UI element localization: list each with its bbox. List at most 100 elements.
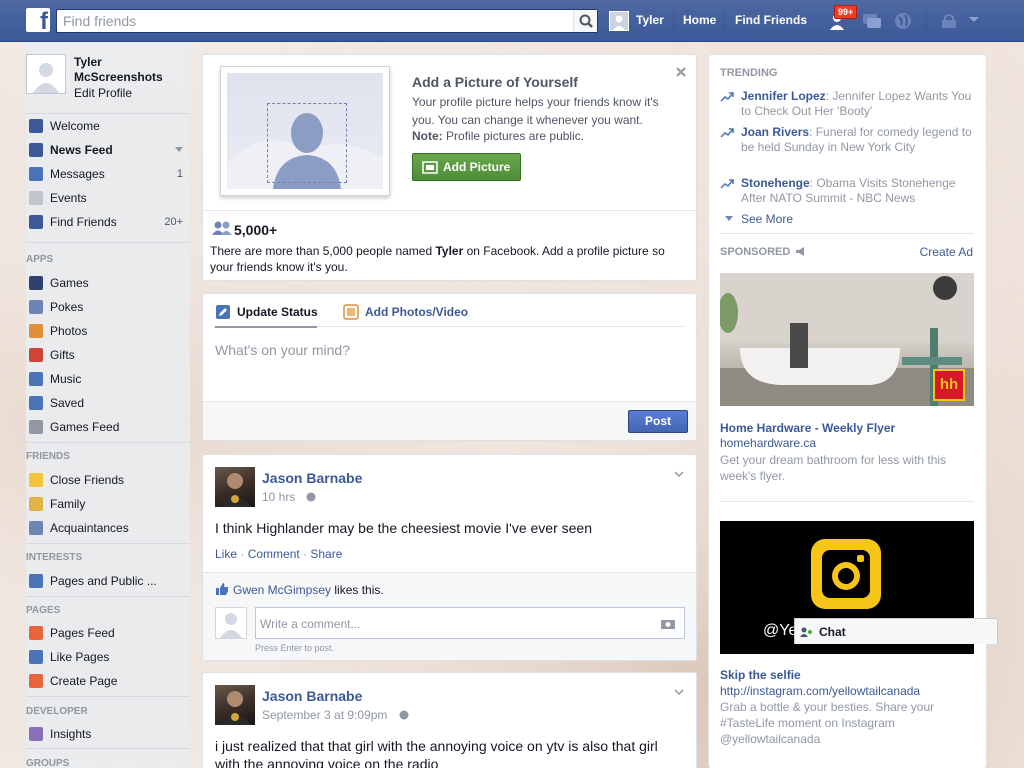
- trending-topic-name: Joan Rivers: [741, 125, 810, 139]
- chat-tab[interactable]: Chat: [794, 618, 998, 644]
- ad-link[interactable]: homehardware.ca: [720, 436, 816, 450]
- pages-section-header[interactable]: PAGES: [26, 605, 60, 616]
- ad-link[interactable]: http://instagram.com/yellowtailcanada: [720, 684, 920, 698]
- note-label: Note:: [412, 129, 443, 143]
- sidebar-item-pokes[interactable]: Pokes: [26, 296, 190, 318]
- groups-section-header[interactable]: GROUPS: [26, 758, 69, 768]
- news-feed-options-chevron-icon[interactable]: [175, 147, 183, 153]
- sidebar-item-welcome[interactable]: Welcome: [26, 115, 190, 137]
- edit-profile-link[interactable]: Edit Profile: [74, 86, 132, 100]
- sidebar-item-news-feed[interactable]: News Feed: [26, 139, 190, 161]
- comment-input[interactable]: Write a comment...: [255, 607, 685, 639]
- author-avatar[interactable]: [215, 467, 255, 507]
- trending-item[interactable]: Stonehenge: Obama Visits Stonehenge Afte…: [741, 176, 981, 206]
- post-button[interactable]: Post: [628, 410, 688, 433]
- sidebar-item-insights[interactable]: Insights: [26, 723, 190, 745]
- ad-title[interactable]: Skip the selfie: [720, 668, 801, 682]
- trending-arrow-icon: [720, 128, 734, 138]
- sidebar-item-label: Pokes: [50, 300, 84, 314]
- privacy-shortcuts-icon[interactable]: [939, 11, 959, 31]
- add-picture-note: Note: Profile pictures are public.: [412, 129, 584, 143]
- sidebar-item-label: Find Friends: [50, 215, 117, 229]
- sidebar-divider: [26, 113, 190, 114]
- ad-description: Get your dream bathroom for less with th…: [720, 453, 947, 483]
- close-icon[interactable]: [676, 67, 686, 77]
- sidebar-item-find-friends[interactable]: Find Friends 20+: [26, 211, 190, 233]
- like-link[interactable]: Like: [215, 547, 237, 561]
- sidebar-item-acquaintances[interactable]: Acquaintances: [26, 517, 190, 539]
- feed-story: Jason Barnabe 10 hrs I think Highlander …: [202, 454, 697, 661]
- sidebar-item-music[interactable]: Music: [26, 368, 190, 390]
- facebook-logo[interactable]: f: [26, 8, 50, 32]
- people-named-text: There are more than 5,000 people named T…: [210, 243, 680, 275]
- sidebar-item-photos[interactable]: Photos: [26, 320, 190, 342]
- interests-section-header[interactable]: INTERESTS: [26, 552, 82, 563]
- post-author-name[interactable]: Jason Barnabe: [262, 470, 362, 486]
- active-tab-indicator: [215, 326, 317, 328]
- sidebar-item-games-feed[interactable]: Games Feed: [26, 416, 190, 438]
- crop-guide: [267, 103, 347, 183]
- notification-badge: 99+: [834, 5, 858, 19]
- tab-update-status[interactable]: Update Status: [237, 305, 318, 319]
- share-link[interactable]: Share: [310, 547, 342, 561]
- sidebar-item-close-friends[interactable]: Close Friends: [26, 469, 190, 491]
- audience-globe-icon[interactable]: [399, 710, 409, 720]
- left-sidebar: Tyler McScreenshots Edit Profile Welcome…: [26, 42, 190, 768]
- sidebar-item-create-page[interactable]: Create Page: [26, 670, 190, 692]
- nav-find-friends-link[interactable]: Find Friends: [735, 13, 807, 27]
- sidebar-item-games[interactable]: Games: [26, 272, 190, 294]
- post-author-name[interactable]: Jason Barnabe: [262, 688, 362, 704]
- post-timestamp[interactable]: 10 hrs: [262, 490, 295, 504]
- post-options-chevron-icon[interactable]: [674, 469, 684, 479]
- liker-name[interactable]: Gwen McGimpsey: [233, 583, 331, 597]
- nav-profile-avatar[interactable]: [609, 11, 629, 31]
- see-more-link[interactable]: See More: [741, 212, 793, 226]
- sidebar-item-messages[interactable]: Messages 1: [26, 163, 190, 185]
- sidebar-profile-picture[interactable]: [26, 54, 66, 94]
- profile-picture-placeholder[interactable]: [220, 66, 390, 196]
- author-avatar[interactable]: [215, 685, 255, 725]
- sidebar-divider: [26, 596, 190, 597]
- sidebar-item-events[interactable]: Events: [26, 187, 190, 209]
- trending-item[interactable]: Jennifer Lopez: Jennifer Lopez Wants You…: [741, 89, 981, 119]
- globe-notifications-icon[interactable]: [893, 11, 913, 31]
- nav-profile-link[interactable]: Tyler: [636, 13, 664, 27]
- search-input[interactable]: [63, 12, 563, 30]
- home-hardware-ad-image[interactable]: hh: [720, 273, 974, 406]
- apps-section-header[interactable]: APPS: [26, 254, 53, 265]
- sidebar-item-pages-and-public[interactable]: Pages and Public ...: [26, 570, 190, 592]
- sidebar-divider: [26, 242, 190, 243]
- ufi-section: Gwen McGimpsey likes this. Write a comme…: [203, 572, 696, 660]
- sidebar-item-label: Like Pages: [50, 650, 110, 664]
- status-input[interactable]: What's on your mind?: [215, 342, 350, 358]
- account-menu-chevron-down-icon[interactable]: [967, 15, 981, 25]
- developer-section-header[interactable]: DEVELOPER: [26, 706, 88, 717]
- create-ad-link[interactable]: Create Ad: [920, 245, 973, 259]
- sidebar-item-label: Gifts: [50, 348, 75, 362]
- friends-section-header[interactable]: FRIENDS: [26, 451, 70, 462]
- ad-image-text: @Ye: [763, 622, 798, 639]
- messages-icon[interactable]: [861, 11, 883, 31]
- trending-item[interactable]: Joan Rivers: Funeral for comedy legend t…: [741, 125, 981, 155]
- sidebar-item-saved[interactable]: Saved: [26, 392, 190, 414]
- ad-title[interactable]: Home Hardware - Weekly Flyer: [720, 421, 895, 435]
- tab-add-photos-video[interactable]: Add Photos/Video: [365, 305, 468, 319]
- comment-link[interactable]: Comment: [248, 547, 300, 561]
- audience-globe-icon[interactable]: [306, 492, 316, 502]
- sidebar-item-pages-feed[interactable]: Pages Feed: [26, 622, 190, 644]
- photos-icon: [29, 324, 43, 338]
- sidebar-profile-name[interactable]: Tyler McScreenshots: [74, 55, 184, 85]
- sidebar-item-like-pages[interactable]: Like Pages: [26, 646, 190, 668]
- chat-label: Chat: [819, 625, 846, 639]
- sidebar-item-gifts[interactable]: Gifts: [26, 344, 190, 366]
- camera-icon[interactable]: [660, 617, 676, 630]
- nav-home-link[interactable]: Home: [683, 13, 716, 27]
- sidebar-divider: [26, 748, 190, 749]
- post-options-chevron-icon[interactable]: [674, 687, 684, 697]
- add-picture-button[interactable]: Add Picture: [412, 153, 521, 181]
- sidebar-item-family[interactable]: Family: [26, 493, 190, 515]
- megaphone-icon: [796, 247, 804, 256]
- camera-icon: [422, 161, 438, 174]
- search-button[interactable]: [573, 10, 597, 32]
- post-timestamp[interactable]: September 3 at 9:09pm: [262, 708, 387, 722]
